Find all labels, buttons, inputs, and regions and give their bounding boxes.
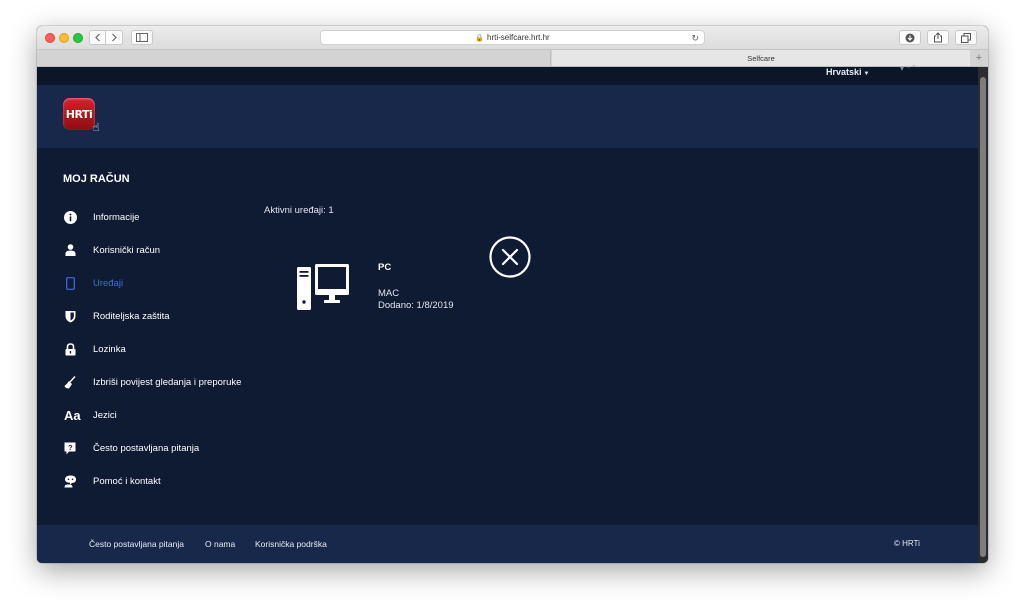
logo-text: HRTi (65, 107, 93, 121)
address-bar[interactable]: 🔒 hrti-selfcare.hrt.hr ↻ (320, 30, 705, 45)
language-label: Hrvatski (826, 67, 862, 77)
menu-item-uredaji[interactable]: Uređaji (63, 274, 283, 292)
menu-item-label: Roditeljska zaštita (93, 310, 170, 322)
new-tab-icon[interactable]: + (970, 50, 988, 66)
language-selector[interactable]: Hrvatski ▼ (826, 67, 869, 77)
back-button[interactable] (89, 30, 106, 45)
menu-item-informacije[interactable]: Informacije (63, 208, 283, 226)
browser-window: 🔒 hrti-selfcare.hrt.hr ↻ Selfcare + Hrva… (37, 26, 988, 563)
tabs-icon (961, 32, 971, 43)
lock-icon: 🔒 (475, 34, 485, 42)
browser-toolbar: 🔒 hrti-selfcare.hrt.hr ↻ (37, 26, 988, 50)
footer-link-about[interactable]: O nama (205, 539, 235, 549)
tabs-overview-button[interactable] (955, 30, 977, 45)
active-devices-count: Aktivni uređaji: 1 (264, 205, 334, 216)
broom-icon (63, 375, 77, 389)
page-scrollbar[interactable] (978, 67, 988, 563)
support-icon (63, 474, 77, 488)
tab-empty[interactable] (37, 50, 551, 66)
minimize-window-button[interactable] (59, 33, 69, 43)
device-icon (63, 276, 77, 290)
close-window-button[interactable] (45, 33, 55, 43)
site-footer: Često postavljana pitanja O nama Korisni… (37, 525, 978, 563)
menu-item-lozinka[interactable]: Lozinka (63, 340, 283, 358)
page-content: Hrvatski ▼ ▾ ⁻ ˉ HRTi ☝ MOJ RAČUN Informa… (37, 64, 978, 563)
menu-item-label: Pomoć i kontakt (93, 475, 161, 487)
share-icon (934, 32, 942, 43)
hand-pointer-icon: ☝ (92, 121, 100, 134)
remove-device-button[interactable] (489, 236, 531, 278)
shield-icon (63, 309, 77, 323)
svg-text:Aa: Aa (64, 408, 81, 422)
download-icon (905, 33, 915, 42)
hrti-logo[interactable]: HRTi ☝ (63, 98, 100, 134)
menu-item-cesto-postavljana-pitanja[interactable]: ? Često postavljana pitanja (63, 439, 283, 457)
menu-item-label: Informacije (93, 211, 140, 223)
chevron-left-icon (94, 33, 100, 42)
desktop-computer-icon (296, 262, 350, 317)
menu-item-label: Često postavljana pitanja (93, 442, 200, 454)
menu-item-jezici[interactable]: Aa Jezici (63, 406, 283, 424)
menu-item-pomoc-i-kontakt[interactable]: Pomoć i kontakt (63, 472, 283, 490)
language-icon: Aa (63, 408, 85, 422)
menu-item-roditeljska-zastita[interactable]: Roditeljska zaštita (63, 307, 283, 325)
footer-link-faq[interactable]: Često postavljana pitanja (89, 539, 184, 549)
zoom-window-button[interactable] (73, 33, 83, 43)
forward-button[interactable] (106, 30, 123, 45)
menu-title: MOJ RAČUN (63, 173, 130, 185)
topbar-clipped-element: ▾ ⁻ ˉ (900, 64, 916, 73)
sidebar-icon (136, 33, 148, 42)
chevron-right-icon (112, 33, 117, 42)
menu-item-izbrisi-povijest[interactable]: Izbriši povijest gledanja i preporuke (63, 373, 283, 391)
scrollbar-thumb[interactable] (980, 77, 986, 557)
reload-icon[interactable]: ↻ (691, 33, 699, 44)
footer-copyright: © HRTi (894, 539, 920, 548)
device-name: PC (378, 262, 392, 273)
menu-item-label: Izbriši povijest gledanja i preporuke (93, 376, 242, 388)
share-button[interactable] (927, 30, 949, 45)
menu-item-label: Uređaji (93, 277, 124, 289)
download-button[interactable] (899, 30, 921, 45)
info-icon (63, 210, 77, 224)
site-header: HRTi ☝ (37, 85, 978, 148)
top-bar: Hrvatski ▼ ▾ ⁻ ˉ (37, 64, 978, 85)
tab-strip: Selfcare + (37, 50, 988, 67)
sidebar-toggle-button[interactable] (131, 30, 153, 45)
url-text: hrti-selfcare.hrt.hr (487, 33, 550, 42)
lock-icon (63, 342, 77, 356)
device-type: MAC (378, 288, 400, 299)
menu-item-korisnicki-racun[interactable]: Korisnički račun (63, 241, 283, 259)
faq-icon: ? (63, 441, 77, 455)
svg-text:?: ? (68, 443, 73, 452)
menu-item-label: Lozinka (93, 343, 126, 355)
user-icon (63, 243, 77, 257)
close-circle-icon (489, 236, 531, 278)
tab-title: Selfcare (747, 53, 775, 63)
menu-item-label: Jezici (93, 409, 117, 421)
caret-down-icon: ▼ (863, 71, 870, 77)
menu-item-label: Korisnički račun (93, 244, 161, 256)
device-added-date: Dodano: 1/8/2019 (378, 300, 454, 311)
footer-link-support[interactable]: Korisnička podrška (255, 539, 327, 549)
